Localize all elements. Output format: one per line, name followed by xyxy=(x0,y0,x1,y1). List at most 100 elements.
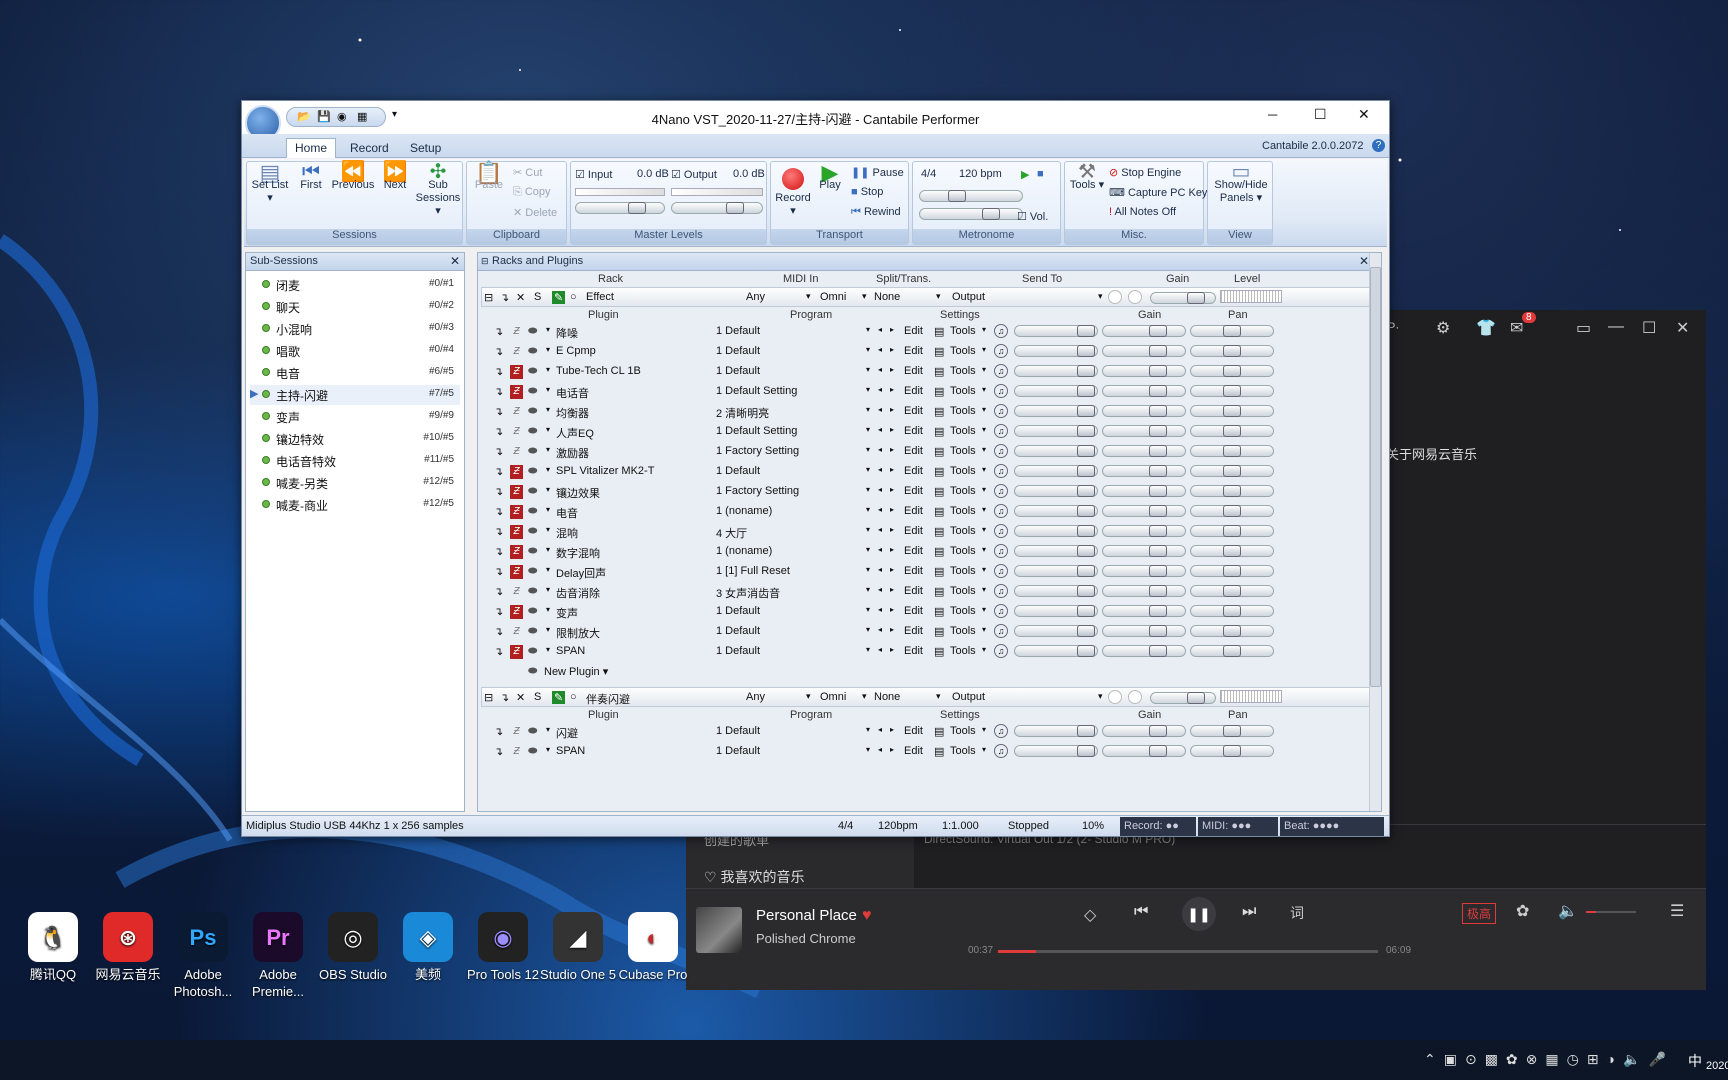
like-mode-icon[interactable]: ◇ xyxy=(1084,905,1096,925)
route-icon[interactable]: ↴ xyxy=(494,745,503,758)
edit-button[interactable]: Edit xyxy=(904,345,923,357)
sub-session-item[interactable]: 喊麦-另类 #12/#5 xyxy=(250,473,460,493)
delete-button[interactable]: ✕ Delete xyxy=(513,206,557,219)
settings-icon[interactable]: ▤ xyxy=(934,365,944,378)
plugin-name[interactable]: 电音 xyxy=(556,505,578,521)
edit-button[interactable]: Edit xyxy=(904,405,923,417)
plugin-name[interactable]: 电话音 xyxy=(556,385,589,401)
next-program-icon[interactable]: ▸ xyxy=(890,645,894,654)
next-program-icon[interactable]: ▸ xyxy=(890,365,894,374)
output-checkbox[interactable]: ☑ Output xyxy=(671,168,717,181)
midi-icon[interactable]: ♫ xyxy=(994,564,1008,578)
plugin-name[interactable]: 数字混响 xyxy=(556,545,600,561)
plugin-row[interactable]: ↴ Ƶ ⬬ ▾ SPAN 1 Default ▾ ◂ ▸ Edit ▤ Tools ▾ ♫ xyxy=(488,741,1338,761)
bypass-z-icon[interactable]: Ƶ xyxy=(510,385,523,399)
bypass-z-icon[interactable]: Ƶ xyxy=(510,645,523,659)
omni-select[interactable]: Omni xyxy=(820,291,846,303)
bypass-z-icon[interactable]: Ƶ xyxy=(510,585,523,599)
dropdown-icon[interactable]: ▾ xyxy=(546,505,550,514)
program-name[interactable]: 1 Default Setting xyxy=(716,425,797,437)
ime-indicator[interactable]: 中 xyxy=(1688,1051,1702,1071)
tools-dropdown-icon[interactable]: ▾ xyxy=(982,625,986,634)
settings-icon[interactable]: ▤ xyxy=(934,725,944,738)
tools-button[interactable]: Tools xyxy=(950,425,976,437)
plugin-level-slider[interactable] xyxy=(1014,605,1098,617)
metronome-stop-icon[interactable]: ■ xyxy=(1037,168,1044,180)
edit-icon[interactable]: ✎ xyxy=(552,291,566,304)
tab-record[interactable]: Record xyxy=(342,139,397,158)
plugin-row[interactable]: ↴ Ƶ ⬬ ▾ 人声EQ 1 Default Setting ▾ ◂ ▸ Edit ▤ Tools ▾ ♫ xyxy=(488,421,1338,441)
settings-icon[interactable]: ▤ xyxy=(934,565,944,578)
program-dropdown-icon[interactable]: ▾ xyxy=(866,385,870,394)
midi-icon[interactable]: ♫ xyxy=(994,484,1008,498)
sub-session-item[interactable]: 聊天 #0/#2 xyxy=(250,297,460,317)
program-name[interactable]: 1 Default xyxy=(716,645,760,657)
tools-dropdown-icon[interactable]: ▾ xyxy=(982,525,986,534)
previous-button[interactable]: ⏪ Previous xyxy=(331,162,375,192)
refresh-icon[interactable]: ◉ xyxy=(337,110,347,123)
edit-button[interactable]: Edit xyxy=(904,385,923,397)
plugin-gain-slider[interactable] xyxy=(1102,485,1186,497)
plugin-gain-slider[interactable] xyxy=(1102,745,1186,757)
dropdown-icon[interactable]: ▾ xyxy=(546,345,550,354)
midi-icon[interactable]: ♫ xyxy=(994,424,1008,438)
settings-icon[interactable]: ▤ xyxy=(934,605,944,618)
plugin-name[interactable]: 混响 xyxy=(556,525,578,541)
collapse-icon[interactable]: ⊟ xyxy=(484,691,493,704)
tools-button[interactable]: Tools xyxy=(950,325,976,337)
tools-button[interactable]: Tools xyxy=(950,605,976,617)
plugin-pan-slider[interactable] xyxy=(1190,445,1274,457)
route-icon[interactable]: ↴ xyxy=(494,725,503,738)
plugin-pan-slider[interactable] xyxy=(1190,645,1274,657)
x-icon[interactable]: ✕ xyxy=(516,691,525,704)
settings-icon[interactable]: ▤ xyxy=(934,545,944,558)
tools-button[interactable]: Tools xyxy=(950,505,976,517)
sub-session-item[interactable]: 唱歌 #0/#4 xyxy=(250,341,460,361)
next-program-icon[interactable]: ▸ xyxy=(890,545,894,554)
program-name[interactable]: 1 Factory Setting xyxy=(716,445,799,457)
sub-session-item[interactable]: 小混响 #0/#3 xyxy=(250,319,460,339)
play-button[interactable]: ▶ Play xyxy=(815,162,845,192)
set-list-button[interactable]: ▤ Set List ▾ xyxy=(251,162,289,205)
dropdown-icon[interactable]: ▾ xyxy=(546,645,550,654)
dropdown-icon[interactable]: ▾ xyxy=(546,725,550,734)
bypass-z-icon[interactable]: Ƶ xyxy=(510,325,523,339)
sub-sessions-button[interactable]: ✣ Sub Sessions ▾ xyxy=(413,162,463,218)
plugin-level-slider[interactable] xyxy=(1014,725,1098,737)
settings-icon[interactable]: ▤ xyxy=(934,325,944,338)
route-icon[interactable]: ↴ xyxy=(494,325,503,338)
racks-scrollbar[interactable] xyxy=(1369,253,1381,811)
prev-program-icon[interactable]: ◂ xyxy=(878,645,882,654)
sub-session-item[interactable]: 电话音特效 #11/#5 xyxy=(250,451,460,471)
plugin-gain-slider[interactable] xyxy=(1102,625,1186,637)
edit-button[interactable]: Edit xyxy=(904,485,923,497)
settings-icon[interactable]: ⚙ xyxy=(1436,318,1450,338)
tools-button[interactable]: Tools xyxy=(950,565,976,577)
plugin-row[interactable]: ↴ Ƶ ⬬ ▾ E Cpmp 1 Default ▾ ◂ ▸ Edit ▤ Tools ▾ ♫ xyxy=(488,341,1338,361)
plugin-row[interactable]: ↴ Ƶ ⬬ ▾ 混响 4 大厅 ▾ ◂ ▸ Edit ▤ Tools ▾ ♫ xyxy=(488,521,1338,541)
bypass-z-icon[interactable]: Ƶ xyxy=(510,465,523,479)
settings-icon[interactable]: ▤ xyxy=(934,345,944,358)
sub-session-item[interactable]: 镶边特效 #10/#5 xyxy=(250,429,460,449)
plugin-name[interactable]: Delay回声 xyxy=(556,565,606,581)
midi-in-select[interactable]: Any xyxy=(746,291,765,303)
dropdown-icon[interactable]: ▾ xyxy=(546,585,550,594)
plugin-level-slider[interactable] xyxy=(1014,585,1098,597)
progress-track[interactable] xyxy=(998,950,1378,953)
album-cover[interactable] xyxy=(696,907,742,953)
plugin-gain-slider[interactable] xyxy=(1102,385,1186,397)
dropdown-icon[interactable]: ▾ xyxy=(806,291,811,302)
plugin-level-slider[interactable] xyxy=(1014,425,1098,437)
program-name[interactable]: 1 Default xyxy=(716,345,760,357)
plugin-name[interactable]: E Cpmp xyxy=(556,345,596,357)
tools-dropdown-icon[interactable]: ▾ xyxy=(982,345,986,354)
prev-program-icon[interactable]: ◂ xyxy=(878,565,882,574)
plugin-pan-slider[interactable] xyxy=(1190,505,1274,517)
tools-dropdown-icon[interactable]: ▾ xyxy=(982,465,986,474)
tab-home[interactable]: Home xyxy=(286,138,337,158)
tools-button[interactable]: Tools xyxy=(950,465,976,477)
plugin-level-slider[interactable] xyxy=(1014,745,1098,757)
edit-button[interactable]: Edit xyxy=(904,585,923,597)
plugin-row[interactable]: ↴ Ƶ ⬬ ▾ 均衡器 2 清晰明亮 ▾ ◂ ▸ Edit ▤ Tools ▾ ♫ xyxy=(488,401,1338,421)
collapse-icon[interactable]: ⊟ xyxy=(481,256,489,267)
